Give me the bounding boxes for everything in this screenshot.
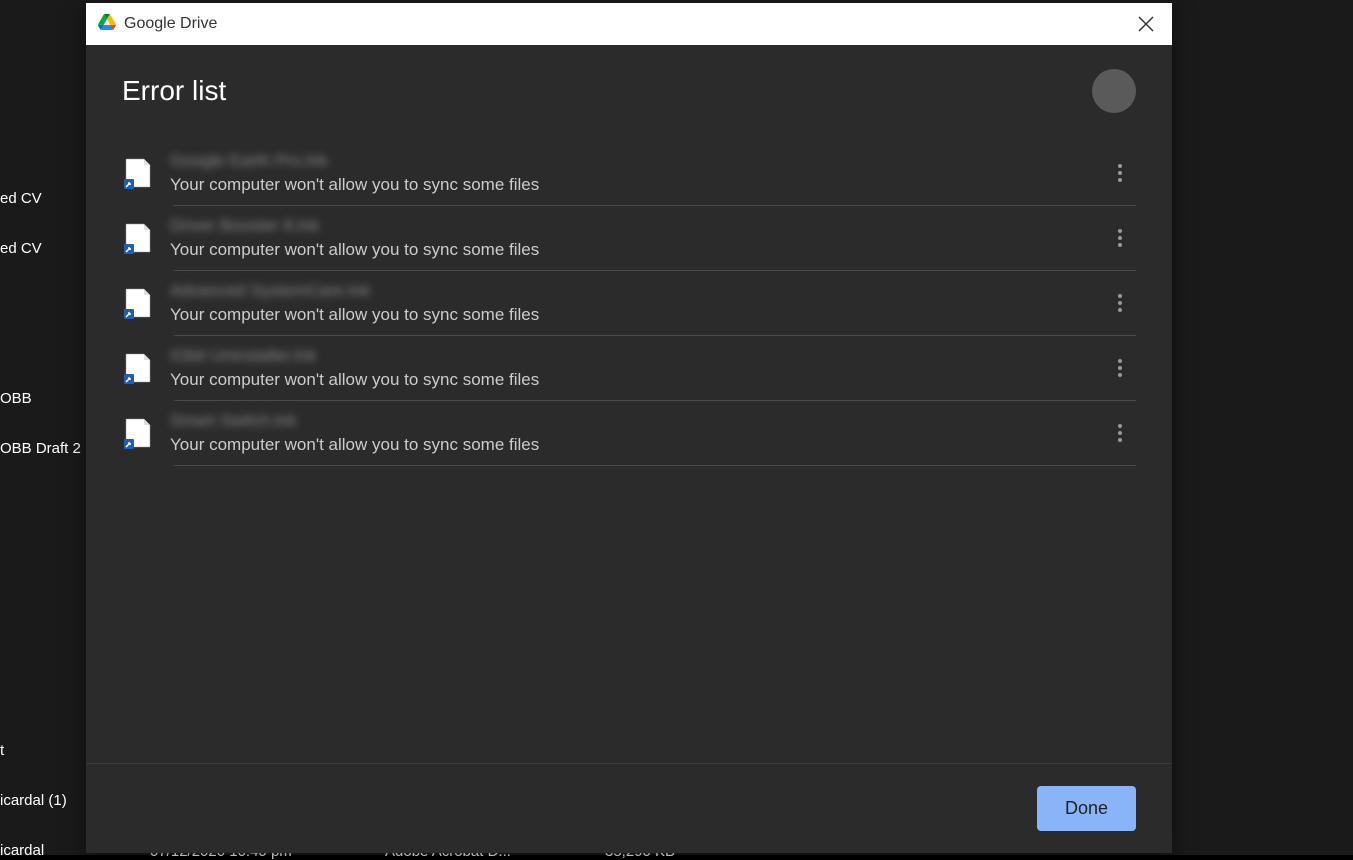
error-item: IObit Uninstaller.lnk Your computer won'…	[122, 336, 1136, 400]
shortcut-file-icon	[122, 157, 154, 189]
error-item: Advanced SystemCare.lnk Your computer wo…	[122, 271, 1136, 335]
file-name: Google Earth Pro.lnk	[170, 151, 1088, 171]
error-message: Your computer won't allow you to sync so…	[170, 435, 1088, 455]
shortcut-file-icon	[122, 222, 154, 254]
desktop-file-label: ed CV	[0, 190, 42, 207]
desktop-file-label: OBB	[0, 390, 32, 407]
app-title: Google Drive	[124, 15, 217, 33]
close-icon	[1138, 16, 1154, 32]
desktop-file-label: icardal	[0, 842, 44, 859]
more-vertical-icon	[1118, 229, 1122, 247]
more-options-button[interactable]	[1104, 157, 1136, 189]
more-options-button[interactable]	[1104, 352, 1136, 384]
more-vertical-icon	[1118, 294, 1122, 312]
dialog-content: Error list Google Earth Pro.lnk Your com…	[86, 45, 1172, 763]
error-message: Your computer won't allow you to sync so…	[170, 175, 1088, 195]
desktop-file-label: t	[0, 742, 4, 759]
desktop-file-label: OBB Draft 2	[0, 440, 81, 457]
more-vertical-icon	[1118, 359, 1122, 377]
more-options-button[interactable]	[1104, 287, 1136, 319]
file-name: IObit Uninstaller.lnk	[170, 346, 1088, 366]
divider	[174, 465, 1136, 466]
more-vertical-icon	[1118, 164, 1122, 182]
more-options-button[interactable]	[1104, 222, 1136, 254]
loading-indicator	[1092, 69, 1136, 113]
error-message: Your computer won't allow you to sync so…	[170, 370, 1088, 390]
error-item: Driver Booster 8.lnk Your computer won't…	[122, 206, 1136, 270]
google-drive-icon	[98, 13, 116, 36]
file-name: Driver Booster 8.lnk	[170, 216, 1088, 236]
shortcut-file-icon	[122, 287, 154, 319]
dialog-footer: Done	[86, 763, 1172, 853]
desktop-file-label: icardal (1)	[0, 792, 67, 809]
file-name: Smart Switch.lnk	[170, 411, 1088, 431]
error-item: Smart Switch.lnk Your computer won't all…	[122, 401, 1136, 465]
error-message: Your computer won't allow you to sync so…	[170, 240, 1088, 260]
shortcut-file-icon	[122, 417, 154, 449]
more-vertical-icon	[1118, 424, 1122, 442]
title-bar: Google Drive	[86, 3, 1172, 45]
shortcut-file-icon	[122, 352, 154, 384]
error-list: Google Earth Pro.lnk Your computer won't…	[122, 141, 1136, 466]
close-button[interactable]	[1132, 10, 1160, 38]
done-button[interactable]: Done	[1037, 786, 1136, 831]
error-dialog: Google Drive Error list	[86, 3, 1172, 853]
desktop-file-label: ed CV	[0, 240, 42, 257]
error-message: Your computer won't allow you to sync so…	[170, 305, 1088, 325]
error-item: Google Earth Pro.lnk Your computer won't…	[122, 141, 1136, 205]
file-name: Advanced SystemCare.lnk	[170, 281, 1088, 301]
page-title: Error list	[122, 75, 226, 107]
more-options-button[interactable]	[1104, 417, 1136, 449]
